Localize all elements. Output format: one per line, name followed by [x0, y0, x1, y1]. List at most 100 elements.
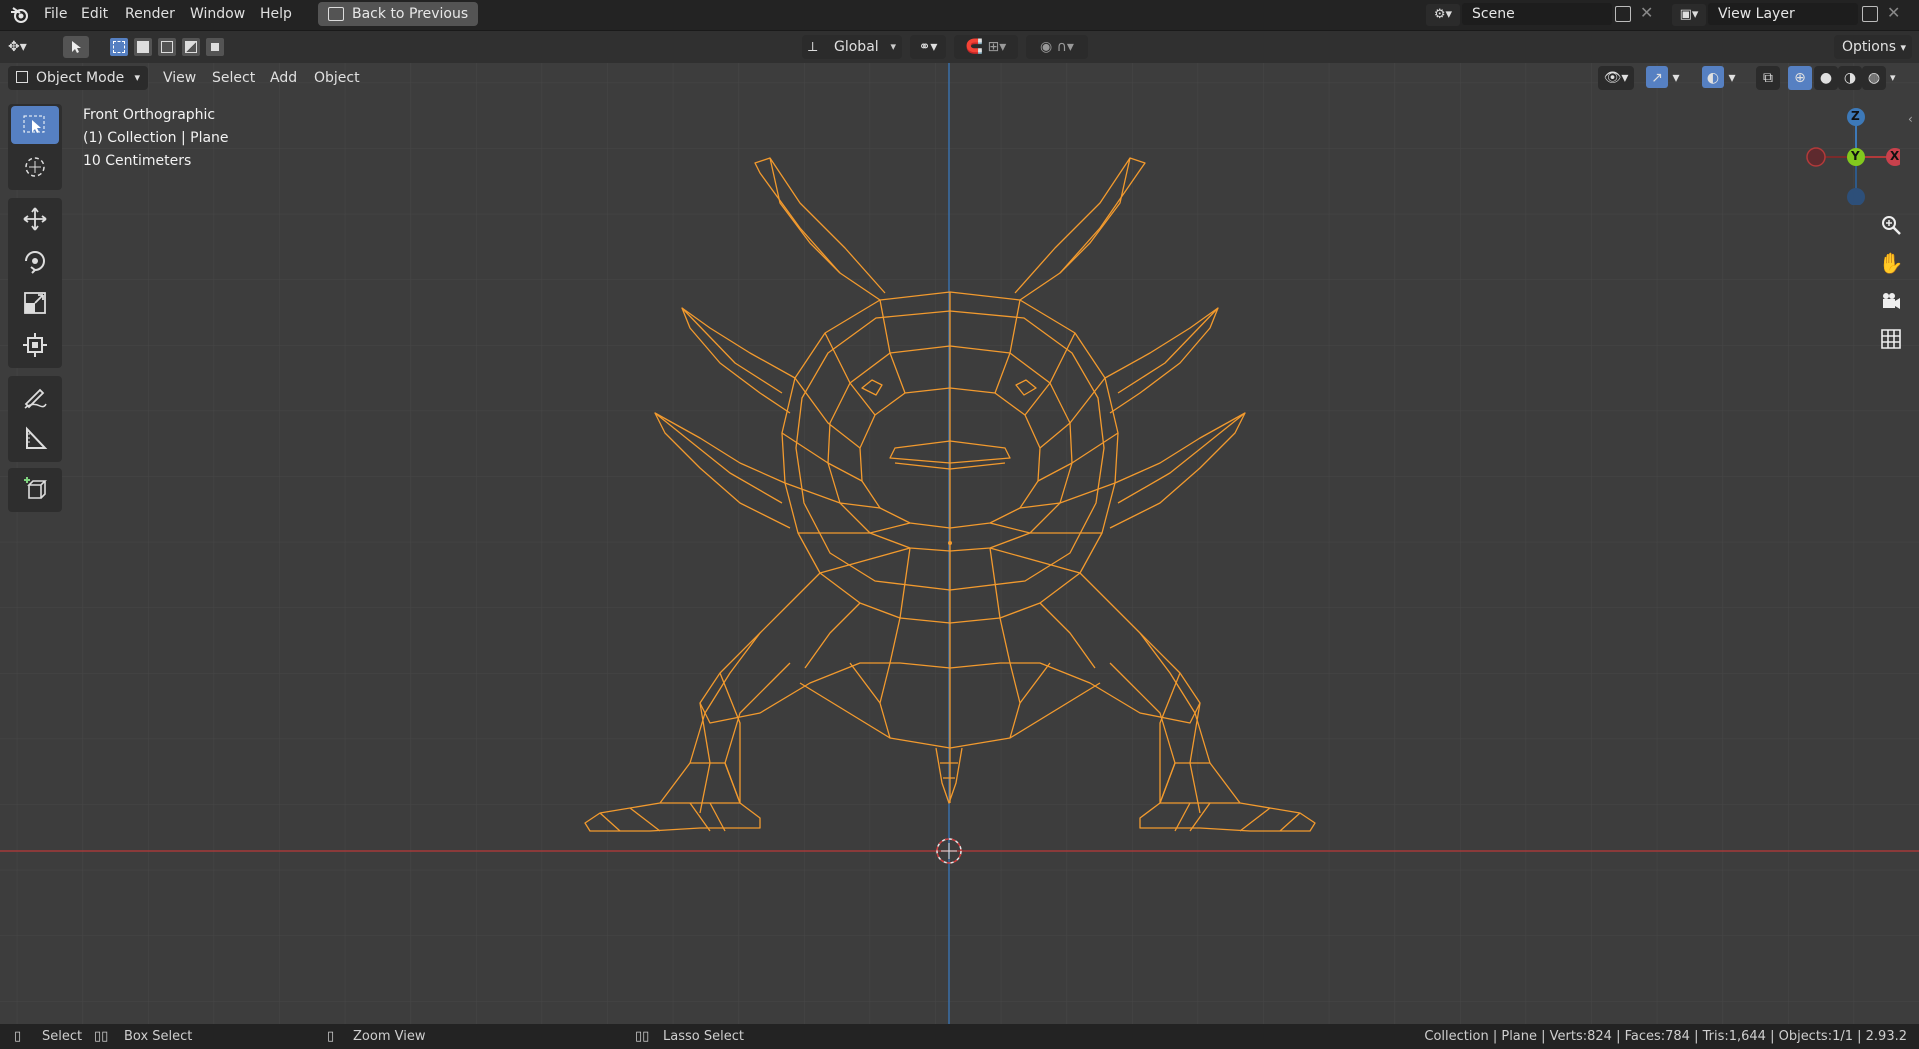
- hand-icon: ✋: [1878, 251, 1904, 275]
- mouse-middle-icon: ▯▯: [94, 1029, 109, 1044]
- shading-rendered-button[interactable]: ◍: [1862, 66, 1886, 90]
- sidebar-toggle-icon[interactable]: ‹: [1908, 112, 1913, 126]
- selection-mode-intersect-icon[interactable]: [206, 38, 224, 56]
- status-lasso-select-label: Lasso Select: [663, 1029, 744, 1044]
- xray-toggle[interactable]: ⧉: [1756, 66, 1780, 90]
- status-box-select-label: Box Select: [124, 1029, 193, 1044]
- shading-solid-button[interactable]: ●: [1814, 66, 1838, 90]
- object-mode-label: Object Mode: [36, 70, 125, 86]
- shading-options-dropdown[interactable]: ▾: [1890, 66, 1906, 90]
- menu-object[interactable]: Object: [314, 66, 360, 90]
- mouse-scroll-icon: ▯: [327, 1029, 335, 1044]
- selection-mode-subtract-icon[interactable]: [158, 38, 176, 56]
- status-bar: ▯ Select ▯▯ Box Select ▯ Zoom View ▯▯ La…: [0, 1024, 1919, 1049]
- selection-mode-new-icon[interactable]: [110, 38, 128, 56]
- editor-type-icon[interactable]: ✥▾: [8, 36, 48, 58]
- mouse-left-icon: ▯: [14, 1029, 22, 1044]
- view-layer-type-icon[interactable]: ▣▾: [1672, 4, 1706, 26]
- menu-render[interactable]: Render: [125, 0, 175, 28]
- proportional-editing-icon: ◉ ∩▾: [1040, 39, 1074, 55]
- transform-orientation-dropdown[interactable]: ⟂ Global ▾: [802, 35, 902, 59]
- rotate-tool[interactable]: [11, 242, 59, 280]
- menu-file[interactable]: File: [44, 0, 67, 28]
- select-box-icon: [23, 115, 45, 133]
- selection-mode-invert-icon[interactable]: [182, 38, 200, 56]
- toolbar-transform-group: [8, 198, 62, 368]
- blender-logo-icon[interactable]: [10, 6, 30, 24]
- wireframe-sphere-icon: ⊕: [1794, 70, 1806, 86]
- selection-mode-extend-icon[interactable]: [134, 38, 152, 56]
- gizmo-y-label: Y: [1851, 149, 1860, 163]
- back-to-previous-button[interactable]: Back to Previous: [318, 2, 479, 26]
- viewport-header: Object Mode ▾ View Select Add Object 👁▾ …: [0, 63, 1919, 93]
- rotate-icon: [25, 251, 45, 274]
- gizmo-neg-x-handle[interactable]: [1806, 147, 1826, 167]
- cursor-tool[interactable]: [11, 148, 59, 186]
- chevron-down-icon: ▾: [1900, 41, 1907, 54]
- pan-view-button[interactable]: ✋: [1876, 248, 1906, 278]
- grid-floor: [0, 63, 1919, 1024]
- overlays-toggle[interactable]: ◐ ▾: [1702, 66, 1748, 90]
- gizmo-neg-z-handle[interactable]: [1847, 188, 1865, 205]
- proportional-editing-toggle[interactable]: ◉ ∩▾: [1026, 35, 1088, 59]
- select-box-tool[interactable]: [11, 106, 59, 144]
- camera-view-button[interactable]: [1876, 286, 1906, 316]
- scene-field[interactable]: Scene: [1462, 3, 1612, 25]
- collection-label: (1) Collection | Plane: [83, 130, 229, 146]
- mouse-right-icon: ▯▯: [635, 1029, 650, 1044]
- visibility-dropdown[interactable]: 👁▾: [1598, 66, 1634, 90]
- transform-icon: [23, 333, 47, 357]
- options-label: Options: [1842, 39, 1897, 55]
- chevron-down-icon: ▾: [1890, 71, 1896, 84]
- zoom-magnifier-icon: [1882, 216, 1901, 235]
- remove-scene-icon[interactable]: ✕: [1640, 3, 1653, 22]
- scale-tool[interactable]: [11, 284, 59, 322]
- options-dropdown[interactable]: Options ▾: [1834, 35, 1912, 59]
- gizmo-z-label: Z: [1851, 109, 1860, 123]
- snap-toggle[interactable]: 🧲 ⊞▾: [954, 35, 1018, 59]
- navigation-gizmo[interactable]: Z Y X: [1800, 105, 1900, 205]
- annotate-tool[interactable]: [11, 378, 59, 416]
- new-scene-icon[interactable]: [1615, 6, 1631, 22]
- back-icon: [328, 7, 344, 21]
- menu-add[interactable]: Add: [270, 66, 297, 90]
- gizmo-toggle[interactable]: ↗ ▾: [1646, 66, 1692, 90]
- shading-material-button[interactable]: ◑: [1838, 66, 1862, 90]
- grid-icon: [1881, 329, 1901, 349]
- object-mode-dropdown[interactable]: Object Mode ▾: [8, 66, 148, 90]
- 3d-viewport[interactable]: [0, 63, 1919, 1024]
- menu-select[interactable]: Select: [212, 66, 255, 90]
- active-tool-icon[interactable]: [63, 36, 89, 58]
- gizmo-x-label: X: [1890, 149, 1900, 163]
- top-bar: File Edit Render Window Help Back to Pre…: [0, 0, 1919, 31]
- view-layer-label: View Layer: [1718, 6, 1795, 22]
- status-select-label: Select: [42, 1029, 83, 1044]
- xray-icon: ⧉: [1763, 70, 1773, 86]
- grid-scale-label: 10 Centimeters: [83, 153, 192, 169]
- remove-view-layer-icon[interactable]: ✕: [1887, 3, 1900, 22]
- new-view-layer-icon[interactable]: [1862, 6, 1878, 22]
- view-layer-field[interactable]: View Layer: [1708, 3, 1858, 25]
- transform-tool[interactable]: [11, 326, 59, 364]
- snap-icon: 🧲 ⊞▾: [965, 39, 1007, 55]
- toggle-perspective-button[interactable]: [1876, 324, 1906, 354]
- pivot-point-dropdown[interactable]: ⚭▾: [910, 35, 946, 59]
- menu-window[interactable]: Window: [190, 0, 245, 28]
- menu-edit[interactable]: Edit: [81, 0, 108, 28]
- solid-sphere-icon: ●: [1819, 70, 1833, 86]
- shading-wireframe-button[interactable]: ⊕: [1788, 66, 1812, 90]
- scene-type-icon[interactable]: ⚙▾: [1426, 4, 1460, 26]
- overlays-icon: ◐: [1702, 66, 1724, 88]
- viewport-canvas[interactable]: [0, 63, 1919, 1024]
- tool-settings-header: ✥▾ ⟂ Global ▾ ⚭▾ 🧲 ⊞▾ ◉ ∩▾ Options ▾: [0, 31, 1919, 63]
- object-mode-icon: [16, 71, 28, 83]
- add-cube-icon: [24, 477, 47, 499]
- view-name-label: Front Orthographic: [83, 107, 216, 123]
- material-sphere-icon: ◑: [1843, 70, 1857, 86]
- menu-help[interactable]: Help: [260, 0, 292, 28]
- zoom-view-button[interactable]: [1876, 210, 1906, 240]
- menu-view[interactable]: View: [163, 66, 196, 90]
- measure-tool[interactable]: [11, 420, 59, 458]
- add-cube-tool[interactable]: [11, 470, 59, 508]
- move-tool[interactable]: [11, 200, 59, 238]
